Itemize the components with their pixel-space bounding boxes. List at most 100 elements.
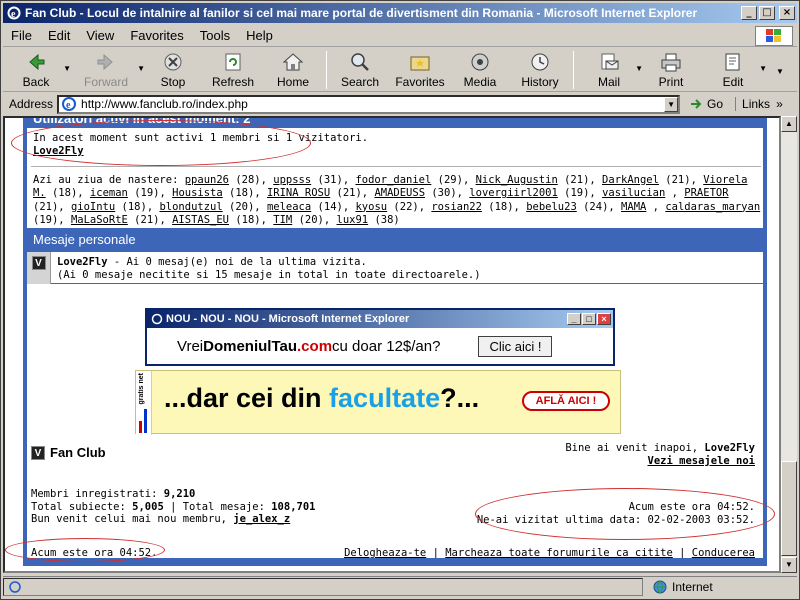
birthday-user-link[interactable]: blondutzul xyxy=(159,201,222,213)
links-chevron-icon[interactable]: » xyxy=(776,97,783,111)
mail-button[interactable]: Mail ▼ xyxy=(577,48,643,92)
birthday-user-link[interactable]: meleaca xyxy=(267,201,311,213)
maximize-button[interactable]: □ xyxy=(759,6,775,20)
birthday-user-link[interactable]: gioIntu xyxy=(71,201,115,213)
stop-button[interactable]: Stop xyxy=(143,48,203,92)
birthday-user-link[interactable]: PRAETOR xyxy=(684,187,728,199)
birthday-user-link[interactable]: rosian22 xyxy=(431,201,482,213)
back-arrow-icon xyxy=(29,53,45,71)
menu-view[interactable]: View xyxy=(78,28,122,43)
birthday-user-link[interactable]: AISTAS_EU xyxy=(172,214,229,226)
close-button[interactable]: × xyxy=(779,6,795,20)
birthday-user-link[interactable]: ppaun26 xyxy=(185,174,229,186)
status-bar: Internet xyxy=(3,576,797,596)
birthday-age: (21), xyxy=(134,214,166,227)
birthday-age: (38) xyxy=(374,214,400,227)
address-bar: Address e http://www.fanclub.ro/index.ph… xyxy=(3,93,797,115)
last-visit: Ne-ai vizitat ultima data: 02-02-2003 03… xyxy=(476,514,755,526)
media-button[interactable]: Media xyxy=(450,48,510,92)
birthday-age: (28), xyxy=(235,174,267,186)
menu-edit[interactable]: Edit xyxy=(40,28,78,43)
birthday-user-link[interactable]: lux91 xyxy=(337,214,369,226)
favorites-button[interactable]: Favorites xyxy=(390,48,450,92)
birthday-user-link[interactable]: MAMA xyxy=(621,201,646,213)
page-viewport[interactable]: Utilizatori activi in acest moment: 2 In… xyxy=(3,116,781,573)
birthday-user-link[interactable]: fodor_daniel xyxy=(355,174,431,186)
edit-button[interactable]: Edit ▼ xyxy=(701,48,767,92)
birthday-user-link[interactable]: vasilucian xyxy=(602,187,665,199)
menu-file[interactable]: File xyxy=(3,28,40,43)
minimize-button[interactable]: _ xyxy=(741,6,757,20)
birthday-user-link[interactable]: Nick_Augustin xyxy=(476,174,558,186)
birthday-user-link[interactable]: lovergiirl2001 xyxy=(469,187,558,199)
birthday-intro: Azi au ziua de nastere: xyxy=(33,174,179,186)
scroll-up-icon[interactable]: ▲ xyxy=(781,116,797,132)
forum-stats: Membri inregistrati: 9,210 Total subiect… xyxy=(31,488,316,525)
birthday-age: (21), xyxy=(336,187,369,200)
popup-maximize-button[interactable]: □ xyxy=(582,313,596,325)
popup-title: NOU - NOU - NOU - Microsoft Internet Exp… xyxy=(166,313,410,325)
print-button[interactable]: Print xyxy=(641,48,701,92)
birthday-age: (31), xyxy=(317,174,350,186)
msg-user: Love2Fly xyxy=(57,256,108,268)
birthday-user-link[interactable]: iceman xyxy=(90,187,128,199)
active-users-line: In acest moment sunt activi 1 membri si … xyxy=(33,132,369,144)
popup-minimize-button[interactable]: _ xyxy=(567,313,581,325)
toolbar-more-button[interactable]: ▼ xyxy=(765,48,795,92)
birthday-user-link[interactable]: DarkAngel xyxy=(602,174,659,186)
birthday-age: , xyxy=(652,200,659,213)
search-button[interactable]: Search xyxy=(330,48,390,92)
birthday-age: (20), xyxy=(298,214,331,227)
birthday-age: (29), xyxy=(437,174,470,186)
ie-page-icon: e xyxy=(62,97,77,111)
refresh-icon xyxy=(225,53,241,71)
address-input[interactable]: e http://www.fanclub.ro/index.php ▼ xyxy=(57,94,681,114)
frame-bottom-bar xyxy=(23,558,767,566)
birthday-user-link[interactable]: MaLaSoRtE xyxy=(71,214,128,226)
history-button[interactable]: History xyxy=(510,48,570,92)
birthday-age: (30), xyxy=(431,187,463,200)
divider xyxy=(31,166,761,167)
back-button[interactable]: Back ▼ xyxy=(3,48,71,92)
address-dropdown-button[interactable]: ▼ xyxy=(664,96,679,112)
birthday-age: (14), xyxy=(317,200,350,213)
view-new-messages-link[interactable]: Vezi mesajele noi xyxy=(648,455,755,467)
birthday-user-link[interactable]: IRINA ROSU xyxy=(267,187,330,199)
birthday-user-link[interactable]: bebelu23 xyxy=(526,201,577,213)
forward-button[interactable]: Forward ▼ xyxy=(69,48,145,92)
birthday-age: (18), xyxy=(488,200,520,213)
banner-cta-button[interactable]: AFLĂ AICI ! xyxy=(522,391,610,411)
popup-window[interactable]: NOU - NOU - NOU - Microsoft Internet Exp… xyxy=(145,308,615,366)
home-button[interactable]: Home xyxy=(263,48,323,92)
active-user-link[interactable]: Love2Fly xyxy=(33,145,761,157)
private-messages-row: V Love2Fly - Ai 0 mesaj(e) noi de la ult… xyxy=(27,252,763,284)
banner-text: ...dar cei din facultate?... xyxy=(164,383,480,413)
birthday-age: (24), xyxy=(583,200,615,213)
vertical-scrollbar[interactable]: ▲ ▼ xyxy=(781,116,797,573)
menu-favorites[interactable]: Favorites xyxy=(122,28,191,43)
go-button[interactable]: Go xyxy=(688,97,723,111)
scroll-thumb[interactable] xyxy=(781,461,797,556)
newest-member-link[interactable]: je_alex_z xyxy=(233,513,290,525)
scroll-down-icon[interactable]: ▼ xyxy=(781,557,797,573)
ie-logo-icon: e xyxy=(7,6,21,20)
popup-close-button[interactable]: × xyxy=(597,313,611,325)
refresh-button[interactable]: Refresh xyxy=(203,48,263,92)
birthday-user-link[interactable]: uppsss xyxy=(273,174,311,186)
birthday-user-link[interactable]: AMADEUSS xyxy=(374,187,425,199)
birthday-age: (18), xyxy=(121,200,154,213)
birthday-user-link[interactable]: caldaras_maryan xyxy=(665,201,760,213)
birthday-user-link[interactable]: kyosu xyxy=(355,201,387,213)
msg-icon-cell: V xyxy=(27,252,51,284)
title-bar[interactable]: e Fan Club - Locul de intalnire al fanil… xyxy=(3,3,797,23)
birthday-user-link[interactable]: TIM xyxy=(273,214,292,226)
links-button[interactable]: Links xyxy=(735,97,770,111)
birthday-age: (18), xyxy=(235,214,267,227)
search-icon xyxy=(351,53,369,71)
ad-banner[interactable]: gratis net ...dar cei din facultate?... … xyxy=(135,370,621,435)
menu-tools[interactable]: Tools xyxy=(192,28,238,43)
birthday-user-link[interactable]: Housista xyxy=(172,187,223,199)
menu-help[interactable]: Help xyxy=(238,28,281,43)
popup-click-button[interactable]: Clic aici ! xyxy=(478,335,553,357)
popup-title-bar[interactable]: NOU - NOU - NOU - Microsoft Internet Exp… xyxy=(147,310,613,328)
